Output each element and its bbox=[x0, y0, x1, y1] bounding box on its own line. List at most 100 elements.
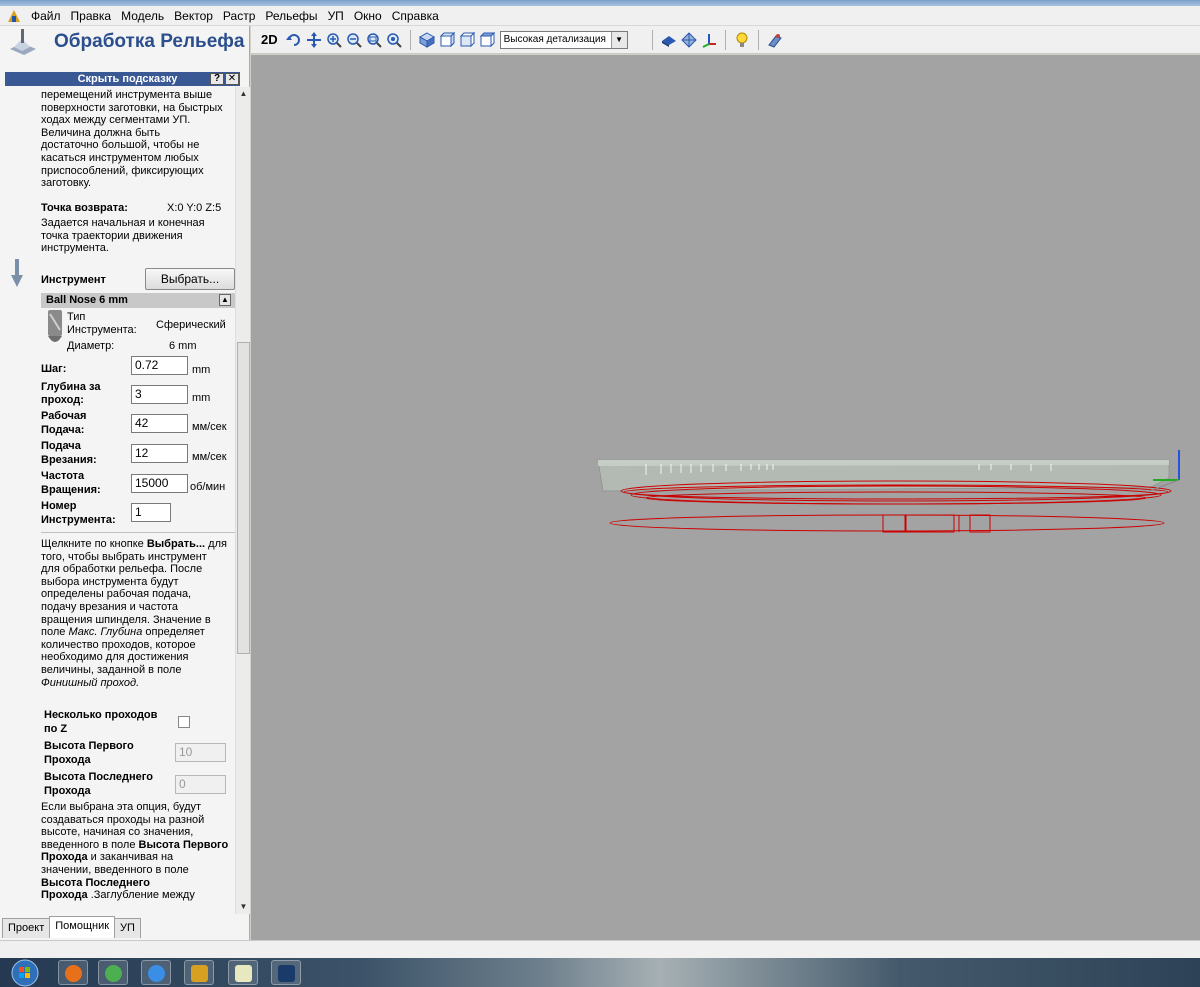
step-input[interactable]: 0.72 bbox=[131, 356, 188, 375]
text-line: достаточно большой, чтобы не bbox=[41, 139, 200, 152]
tab-toolpaths[interactable]: УП bbox=[114, 918, 141, 938]
last-pass-input[interactable]: 0 bbox=[175, 775, 226, 794]
text-line: необходимо для достижения bbox=[41, 651, 189, 664]
tab-assistant[interactable]: Помощник bbox=[49, 916, 116, 938]
tool-type-label: Тип bbox=[67, 311, 86, 323]
hint-bar: Скрыть подсказку ? ✕ bbox=[5, 72, 240, 86]
pan-view-icon[interactable] bbox=[306, 31, 322, 48]
multipass-checkbox[interactable] bbox=[178, 716, 190, 728]
text-line: Щелкните по кнопке Выбрать... для bbox=[41, 538, 227, 550]
toolbar-separator bbox=[409, 29, 411, 50]
text-line: поле Макс. Глубина определяет bbox=[41, 626, 205, 639]
iso-view-icon[interactable] bbox=[418, 31, 435, 48]
rotate-view-icon[interactable] bbox=[285, 32, 302, 48]
top-view-icon[interactable] bbox=[479, 31, 495, 48]
depth-unit: mm bbox=[192, 392, 211, 404]
feed-label-2: Подача: bbox=[41, 424, 85, 436]
utorrent-task-icon[interactable] bbox=[98, 960, 128, 985]
spindle-input[interactable]: 15000 bbox=[131, 474, 188, 493]
first-pass-input[interactable]: 10 bbox=[175, 743, 226, 762]
menu-model[interactable]: Модель bbox=[116, 6, 169, 26]
text-line: создаваться проходы на разной bbox=[41, 813, 205, 826]
zoom-window-icon[interactable] bbox=[366, 32, 382, 48]
axes-icon[interactable] bbox=[701, 32, 717, 48]
panel-scroll-area: перемещений инструмента выше поверхности… bbox=[5, 87, 250, 914]
detail-level-value: Высокая детализация bbox=[503, 33, 606, 45]
detail-level-select[interactable]: Высокая детализация ▼ bbox=[499, 30, 628, 49]
zoom-in-icon[interactable] bbox=[326, 32, 342, 48]
material-icon[interactable] bbox=[767, 32, 783, 48]
tool-number-label: Номер bbox=[41, 500, 77, 512]
tab-project[interactable]: Проект bbox=[2, 918, 51, 938]
text-line: введенного в поле Высота Первого bbox=[41, 838, 229, 851]
text-line: того, чтобы выбрать инструмент bbox=[41, 550, 207, 563]
spindle-label: Частота bbox=[41, 470, 85, 482]
chevron-down-icon[interactable]: ▼ bbox=[610, 31, 627, 48]
text-line: поверхности заготовки, на быстрых bbox=[41, 101, 223, 114]
menu-edit[interactable]: Правка bbox=[66, 6, 117, 26]
panel-title: Обработка Рельефа bbox=[54, 31, 245, 52]
view-2d-button[interactable]: 2D bbox=[261, 32, 278, 47]
3d-viewport[interactable] bbox=[251, 55, 1200, 940]
diameter-value: 6 mm bbox=[169, 340, 197, 352]
multipass-label: Несколько проходов bbox=[44, 709, 158, 721]
first-pass-label-2: Прохода bbox=[44, 754, 91, 766]
menu-window[interactable]: Окно bbox=[349, 6, 387, 26]
menu-reliefs[interactable]: Рельефы bbox=[260, 6, 322, 26]
zoom-out-icon[interactable] bbox=[346, 32, 362, 48]
zoom-extents-icon[interactable] bbox=[386, 32, 402, 48]
text-line: касаться инструментом любых bbox=[41, 151, 199, 164]
toolbar-separator bbox=[724, 29, 726, 50]
windows-start-icon[interactable] bbox=[10, 959, 40, 987]
scroll-up-icon[interactable]: ▲ bbox=[236, 87, 250, 101]
artcam-task-icon[interactable] bbox=[184, 960, 214, 985]
firefox-task-icon[interactable] bbox=[58, 960, 88, 985]
text-line: Финишный проход. bbox=[41, 676, 140, 689]
plunge-label: Подача bbox=[41, 440, 81, 452]
return-point-value: X:0 Y:0 Z:5 bbox=[167, 202, 222, 214]
feed-label: Рабочая bbox=[41, 410, 87, 422]
panel-scrollbar[interactable]: ▲ ▼ bbox=[235, 87, 250, 914]
menu-help[interactable]: Справка bbox=[387, 6, 444, 26]
spindle-unit: об/мин bbox=[190, 481, 226, 493]
collapse-tool-button[interactable]: ▲ bbox=[219, 294, 231, 306]
depth-input[interactable]: 3 bbox=[131, 385, 188, 404]
text-line: высоте, начиная со значения, bbox=[41, 826, 194, 839]
step-label: Шаг: bbox=[41, 363, 67, 375]
view-toolbar: 2D Высокая детализация ▼ bbox=[251, 26, 1200, 54]
side-view-icon[interactable] bbox=[459, 31, 475, 48]
depth-label: Глубина за bbox=[41, 381, 101, 393]
scroll-down-icon[interactable]: ▼ bbox=[236, 900, 250, 914]
text-line: вращения шпинделя. Значение в bbox=[41, 613, 211, 626]
select-tool-button[interactable]: Выбрать... bbox=[145, 268, 235, 290]
menu-file[interactable]: Файл bbox=[26, 6, 66, 26]
close-hint-button[interactable]: ✕ bbox=[225, 73, 239, 85]
status-bar bbox=[0, 940, 1200, 958]
relief-machining-icon bbox=[10, 29, 36, 55]
shaded-view-icon[interactable] bbox=[661, 32, 677, 48]
tool-type-value: Сферический bbox=[156, 319, 226, 331]
plunge-input[interactable]: 12 bbox=[131, 444, 188, 463]
feed-input[interactable]: 42 bbox=[131, 414, 188, 433]
text-line: Высота Последнего bbox=[41, 876, 150, 889]
wireframe-view-icon[interactable] bbox=[680, 31, 697, 48]
menu-vector[interactable]: Вектор bbox=[169, 6, 218, 26]
lighting-icon[interactable] bbox=[734, 32, 750, 48]
scrollbar-thumb[interactable] bbox=[237, 342, 250, 654]
menu-toolpaths[interactable]: УП bbox=[323, 6, 349, 26]
feed-unit: мм/сек bbox=[192, 421, 227, 433]
tool-number-input[interactable]: 1 bbox=[131, 503, 171, 522]
toolbar-separator bbox=[651, 29, 653, 50]
menubar: Файл Правка Модель Вектор Растр Рельефы … bbox=[0, 6, 1200, 26]
menu-raster[interactable]: Растр bbox=[218, 6, 260, 26]
hide-hint-button[interactable]: Скрыть подсказку bbox=[5, 73, 210, 85]
help-button[interactable]: ? bbox=[210, 73, 224, 85]
text-line: выбора инструмента будут bbox=[41, 575, 179, 588]
front-view-icon[interactable] bbox=[439, 31, 455, 48]
photoshop-task-icon[interactable] bbox=[271, 960, 301, 985]
ie-task-icon[interactable] bbox=[141, 960, 171, 985]
tool-header: Ball Nose 6 mm ▲ bbox=[41, 293, 236, 308]
text-line: ходах между сегментами УП. bbox=[41, 114, 191, 127]
artcam-app-icon[interactable] bbox=[6, 8, 22, 24]
notepad-task-icon[interactable] bbox=[228, 960, 258, 985]
